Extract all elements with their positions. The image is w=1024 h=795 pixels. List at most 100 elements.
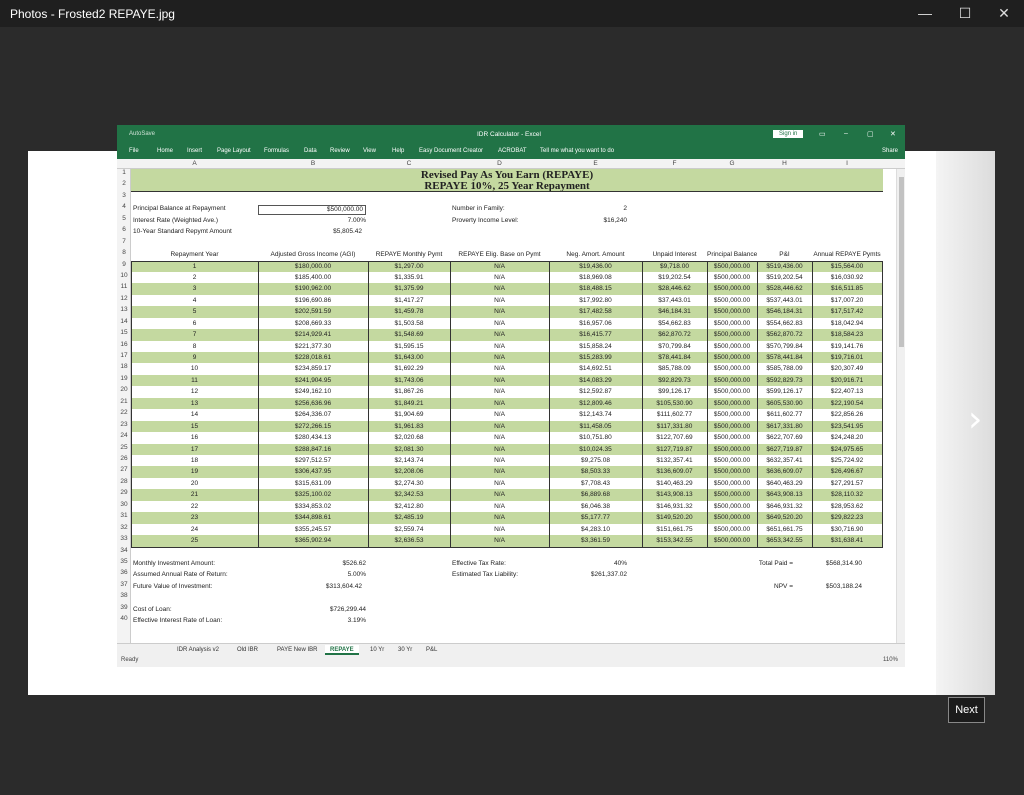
table-cell[interactable]: 23 [131,514,258,521]
table-cell[interactable]: N/A [450,457,549,464]
table-cell[interactable]: 16 [131,434,258,441]
column-header-h[interactable]: H [757,160,812,167]
tax-liab-label[interactable]: Estimated Tax Liability: [452,571,518,578]
table-cell[interactable]: $578,441.84 [757,354,812,361]
table-cell[interactable]: $16,030.92 [812,274,882,281]
table-cell[interactable]: $1,417.27 [368,297,450,304]
row-header[interactable]: 9 [117,261,131,268]
row-header[interactable]: 35 [117,558,131,565]
table-cell[interactable]: $500,000.00 [707,400,757,407]
cost-label[interactable]: Cost of Loan: [133,606,172,613]
table-cell[interactable]: $500,000.00 [707,468,757,475]
column-title[interactable]: REPAYE Monthly Pymt [368,251,450,258]
excel-close-icon[interactable]: ✕ [890,130,896,138]
table-cell[interactable]: $14,083.29 [549,377,642,384]
row-header[interactable]: 15 [117,329,131,336]
table-cell[interactable]: $6,046.38 [549,503,642,510]
sheet-tab-old-ibr[interactable]: Old IBR [232,645,263,655]
family-value[interactable]: 2 [549,205,627,212]
table-cell[interactable]: $562,870.72 [757,331,812,338]
column-header-g[interactable]: G [707,160,757,167]
npv-label[interactable]: NPV = [737,583,793,590]
table-cell[interactable]: $3,361.59 [549,537,642,544]
table-cell[interactable]: $8,503.33 [549,468,642,475]
row-header[interactable]: 28 [117,478,131,485]
table-cell[interactable]: $605,530.90 [757,400,812,407]
table-cell[interactable]: $622,707.69 [757,434,812,441]
ribbon-tab-easy-document-creator[interactable]: Easy Document Creator [419,148,483,154]
table-cell[interactable]: $99,126.17 [642,388,707,395]
table-cell[interactable]: N/A [450,263,549,270]
table-cell[interactable]: $1,904.69 [368,411,450,418]
row-header[interactable]: 23 [117,421,131,428]
table-cell[interactable]: $500,000.00 [707,526,757,533]
table-cell[interactable]: $6,889.68 [549,491,642,498]
table-cell[interactable]: $2,412.80 [368,503,450,510]
table-cell[interactable]: $500,000.00 [707,354,757,361]
table-cell[interactable]: $646,931.32 [757,503,812,510]
table-cell[interactable]: $500,000.00 [707,491,757,498]
table-cell[interactable]: $17,517.42 [812,308,882,315]
next-arrow-icon[interactable]: › [968,399,982,440]
column-title[interactable]: Annual REPAYE Pymts [812,251,882,258]
table-cell[interactable]: $519,202.54 [757,274,812,281]
table-cell[interactable]: $256,636.96 [258,400,368,407]
table-cell[interactable]: $16,511.85 [812,285,882,292]
table-cell[interactable]: $10,751.80 [549,434,642,441]
table-cell[interactable]: $17,482.58 [549,308,642,315]
table-cell[interactable]: $136,609.07 [642,468,707,475]
table-cell[interactable]: 4 [131,297,258,304]
ribbon-tab-home[interactable]: Home [157,148,173,154]
row-header[interactable]: 17 [117,352,131,359]
column-title[interactable]: Unpaid Interest [642,251,707,258]
row-header[interactable]: 12 [117,295,131,302]
row-header[interactable]: 10 [117,272,131,279]
table-cell[interactable]: 18 [131,457,258,464]
row-header[interactable]: 14 [117,318,131,325]
table-cell[interactable]: 19 [131,468,258,475]
table-cell[interactable]: $10,024.35 [549,446,642,453]
row-header[interactable]: 30 [117,501,131,508]
table-cell[interactable]: $26,496.67 [812,468,882,475]
table-cell[interactable]: $105,530.90 [642,400,707,407]
row-header[interactable]: 1 [117,169,131,176]
ribbon-tab-formulas[interactable]: Formulas [264,148,289,154]
table-cell[interactable]: $127,719.87 [642,446,707,453]
table-cell[interactable]: $22,856.26 [812,411,882,418]
table-cell[interactable]: $2,559.74 [368,526,450,533]
table-cell[interactable]: $528,446.62 [757,285,812,292]
table-cell[interactable]: N/A [450,537,549,544]
table-cell[interactable]: $627,719.87 [757,446,812,453]
close-button[interactable]: ✕ [984,0,1024,27]
table-cell[interactable]: $592,829.73 [757,377,812,384]
table-cell[interactable]: $27,291.57 [812,480,882,487]
table-cell[interactable]: 22 [131,503,258,510]
table-cell[interactable]: $288,847.16 [258,446,368,453]
sheet-tab-idr-analysis-v2[interactable]: IDR Analysis v2 [172,645,224,655]
table-cell[interactable]: $15,858.24 [549,343,642,350]
table-cell[interactable]: $153,342.55 [642,537,707,544]
table-cell[interactable]: $611,602.77 [757,411,812,418]
table-cell[interactable]: $28,446.62 [642,285,707,292]
total-label[interactable]: Total Paid = [737,560,793,567]
ribbon-tab-page-layout[interactable]: Page Layout [217,148,251,154]
row-header[interactable]: 32 [117,524,131,531]
table-cell[interactable]: 12 [131,388,258,395]
table-cell[interactable]: $19,141.76 [812,343,882,350]
table-cell[interactable]: $649,520.20 [757,514,812,521]
table-cell[interactable]: $500,000.00 [707,537,757,544]
row-header[interactable]: 39 [117,604,131,611]
table-cell[interactable]: $365,902.94 [258,537,368,544]
table-cell[interactable]: $214,929.41 [258,331,368,338]
table-cell[interactable]: $149,520.20 [642,514,707,521]
table-cell[interactable]: $146,931.32 [642,503,707,510]
vertical-scrollbar[interactable] [896,169,905,643]
table-cell[interactable]: $1,961.83 [368,423,450,430]
table-cell[interactable]: $500,000.00 [707,297,757,304]
table-cell[interactable]: N/A [450,423,549,430]
table-cell[interactable]: $640,463.29 [757,480,812,487]
table-cell[interactable]: 5 [131,308,258,315]
rate-label[interactable]: Interest Rate (Weighted Ave.) [133,217,218,224]
table-cell[interactable]: N/A [450,285,549,292]
row-header[interactable]: 8 [117,249,131,256]
